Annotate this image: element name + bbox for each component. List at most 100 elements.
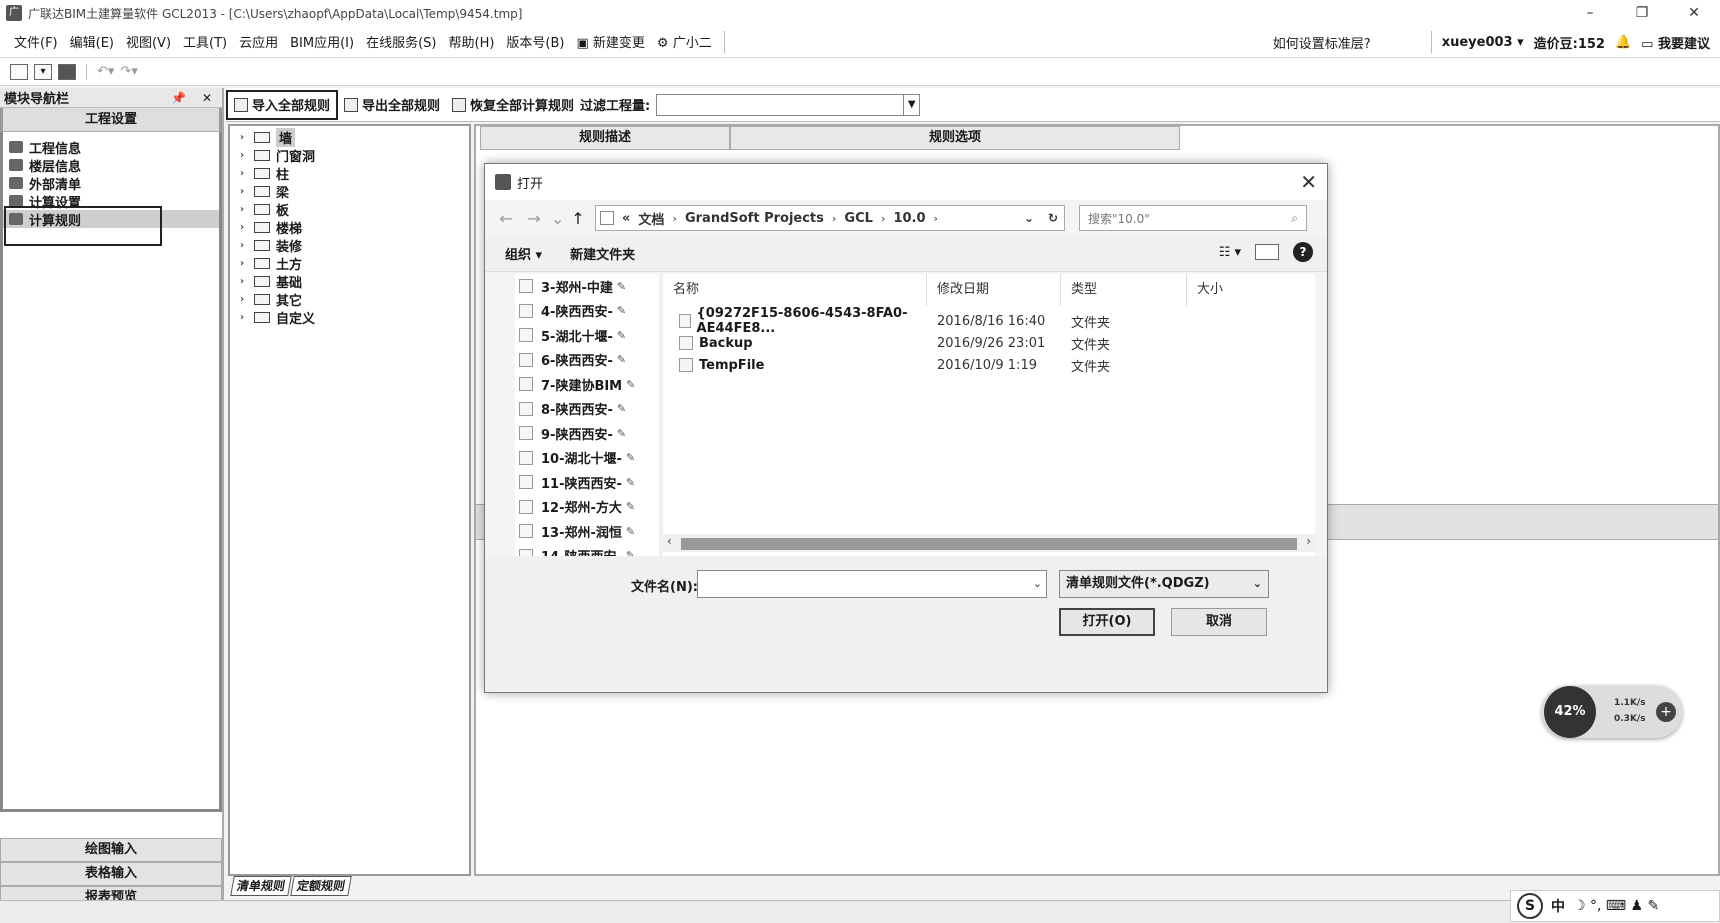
quick-access-item[interactable]: 9-陕西西安- ✎: [515, 421, 659, 446]
nav-tab-drawing-input[interactable]: 绘图输入: [0, 838, 222, 862]
xiaoer-button[interactable]: ⚙ 广小二: [651, 32, 718, 51]
chevron-right-icon[interactable]: ›: [881, 212, 886, 225]
tree-node[interactable]: › 墙: [230, 127, 469, 147]
address-bar[interactable]: « 文档 › GrandSoft Projects › GCL › 10.0 ›…: [595, 205, 1065, 231]
nav-tab-table-input[interactable]: 表格输入: [0, 862, 222, 886]
menu-bim[interactable]: BIM应用(I): [284, 32, 360, 51]
suggest-button[interactable]: ▭ 我要建议: [1641, 33, 1710, 52]
export-all-rules-button[interactable]: 导出全部规则: [338, 90, 446, 120]
up-arrow-icon[interactable]: ↑: [567, 209, 589, 228]
chevron-right-icon[interactable]: ›: [240, 150, 254, 161]
scroll-right-icon[interactable]: ›: [1306, 534, 1311, 548]
chevron-right-icon[interactable]: ›: [832, 212, 837, 225]
menu-view[interactable]: 视图(V): [120, 32, 177, 51]
menu-edit[interactable]: 编辑(E): [64, 32, 120, 51]
undo-icon[interactable]: ↶▾: [97, 64, 114, 79]
redo-icon[interactable]: ↷▾: [120, 64, 137, 79]
menu-online[interactable]: 在线服务(S): [360, 32, 442, 51]
tree-node[interactable]: › 自定义: [230, 308, 469, 327]
quick-access-item[interactable]: 13-郑州-润恒 ✎: [515, 519, 659, 544]
col-name[interactable]: 名称: [663, 274, 927, 306]
open-button[interactable]: 打开(O): [1059, 608, 1155, 636]
chevron-down-icon[interactable]: ⌄: [1024, 211, 1034, 225]
new-file-icon[interactable]: [10, 63, 28, 80]
tab-quota-rules[interactable]: 定额规则: [290, 876, 352, 896]
nav-header-controls[interactable]: 📌 ✕: [171, 91, 218, 105]
new-change-button[interactable]: ▣ 新建变更: [570, 32, 650, 51]
quick-access-item[interactable]: 7-陕建协BIM ✎: [515, 372, 659, 397]
chevron-right-icon[interactable]: ›: [240, 204, 254, 215]
tree-node[interactable]: › 其它: [230, 290, 469, 309]
tree-node[interactable]: › 柱: [230, 164, 469, 183]
grid-col-rule-options[interactable]: 规则选项: [730, 126, 1180, 150]
tree-node[interactable]: › 楼梯: [230, 218, 469, 237]
network-speed-widget[interactable]: 42% 1.1K/s 0.3K/s +: [1542, 686, 1682, 738]
new-folder-button[interactable]: 新建文件夹: [570, 244, 635, 263]
crumb-overflow[interactable]: «: [622, 211, 630, 226]
scroll-left-icon[interactable]: ‹: [667, 534, 672, 548]
quick-access-item[interactable]: 12-郑州-方大 ✎: [515, 495, 659, 520]
quick-access-item[interactable]: 5-湖北十堰- ✎: [515, 323, 659, 348]
search-input[interactable]: 搜索"10.0" ⌕: [1079, 205, 1307, 231]
refresh-icon[interactable]: ↻: [1048, 211, 1058, 225]
tree-node[interactable]: › 门窗洞: [230, 146, 469, 165]
back-arrow-icon[interactable]: ←: [495, 209, 517, 228]
filename-input[interactable]: ⌄: [697, 570, 1047, 598]
cancel-button[interactable]: 取消: [1171, 608, 1267, 636]
quick-access-item[interactable]: 10-湖北十堰- ✎: [515, 446, 659, 471]
ime-tool-icons[interactable]: ☽ °, ⌨ ♟ ✎: [1573, 898, 1659, 914]
tree-node[interactable]: › 梁: [230, 182, 469, 201]
save-icon[interactable]: [58, 63, 76, 80]
minimize-button[interactable]: –: [1564, 0, 1616, 26]
quick-access-item[interactable]: 8-陕西西安- ✎: [515, 397, 659, 422]
grid-col-rule-desc[interactable]: 规则描述: [480, 126, 730, 150]
crumb-10[interactable]: 10.0: [893, 211, 925, 226]
chevron-right-icon[interactable]: ›: [672, 212, 677, 225]
preview-pane-icon[interactable]: [1255, 244, 1279, 260]
view-options-icon[interactable]: ☷ ▾: [1219, 245, 1241, 260]
quick-access-item[interactable]: 4-陕西西安- ✎: [515, 299, 659, 324]
menu-tools[interactable]: 工具(T): [177, 32, 233, 51]
col-size[interactable]: 大小: [1187, 274, 1287, 306]
organize-button[interactable]: 组织 ▾: [505, 244, 542, 263]
dialog-close-button[interactable]: ✕: [1300, 170, 1317, 194]
quick-access-item[interactable]: 6-陕西西安- ✎: [515, 348, 659, 373]
crumb-gcl[interactable]: GCL: [844, 211, 873, 226]
col-modified[interactable]: 修改日期: [927, 274, 1061, 306]
file-list-hscrollbar[interactable]: ‹ ›: [663, 534, 1315, 552]
scroll-thumb[interactable]: [681, 538, 1297, 550]
nav-item-project-info[interactable]: 工程信息: [3, 138, 219, 157]
chevron-right-icon[interactable]: ›: [240, 276, 254, 287]
nav-section-project-settings[interactable]: 工程设置: [0, 108, 222, 132]
tree-node[interactable]: › 土方: [230, 254, 469, 273]
chevron-right-icon[interactable]: ›: [240, 294, 254, 305]
tree-node[interactable]: › 基础: [230, 272, 469, 291]
bell-icon[interactable]: 🔔: [1615, 35, 1631, 50]
file-row[interactable]: TempFile 2016/10/9 1:19 文件夹: [663, 354, 1315, 376]
chevron-down-icon[interactable]: ⌄: [1033, 577, 1042, 590]
file-row[interactable]: {09272F15-8606-4543-8FA0-AE44FE8... 2016…: [663, 306, 1315, 336]
chevron-right-icon[interactable]: ›: [240, 258, 254, 269]
close-window-button[interactable]: ✕: [1668, 0, 1720, 26]
menu-file[interactable]: 文件(F): [8, 32, 64, 51]
crumb-grandsoft[interactable]: GrandSoft Projects: [685, 211, 824, 226]
quick-access-item[interactable]: 3-郑州-中建 ✎: [515, 274, 659, 299]
nav-item-floor-info[interactable]: 楼层信息: [3, 156, 219, 175]
chevron-right-icon[interactable]: ›: [934, 212, 939, 225]
tree-node[interactable]: › 装修: [230, 236, 469, 255]
chevron-right-icon[interactable]: ›: [240, 132, 254, 143]
maximize-button[interactable]: ❐: [1616, 0, 1668, 26]
chevron-right-icon[interactable]: ›: [240, 222, 254, 233]
recent-locations-icon[interactable]: ⌄: [551, 209, 564, 228]
quick-access-item[interactable]: 11-陕西西安- ✎: [515, 470, 659, 495]
nav-item-external-list[interactable]: 外部清单: [3, 174, 219, 193]
chevron-right-icon[interactable]: ›: [240, 168, 254, 179]
chevron-right-icon[interactable]: ›: [240, 312, 254, 323]
forward-arrow-icon[interactable]: →: [523, 209, 545, 228]
chevron-right-icon[interactable]: ›: [240, 186, 254, 197]
sogou-logo-icon[interactable]: S: [1517, 893, 1543, 919]
plus-icon[interactable]: +: [1656, 702, 1676, 722]
menu-help[interactable]: 帮助(H): [443, 32, 501, 51]
menu-cloud[interactable]: 云应用: [233, 32, 284, 51]
file-row[interactable]: Backup 2016/9/26 23:01 文件夹: [663, 332, 1315, 354]
